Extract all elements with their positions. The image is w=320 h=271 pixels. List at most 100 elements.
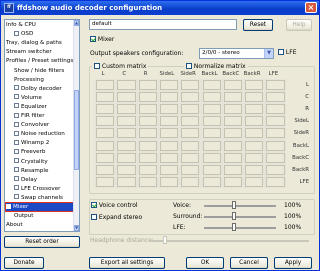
- matrix-cell[interactable]: [117, 128, 136, 139]
- matrix-cell[interactable]: [202, 176, 221, 187]
- matrix-cell[interactable]: [96, 140, 115, 151]
- tree-item[interactable]: FIR filter: [14, 112, 74, 120]
- surround-slider-thumb[interactable]: [232, 212, 236, 220]
- custom-matrix-checkbox[interactable]: [94, 63, 100, 69]
- preset-name-field[interactable]: default: [89, 19, 237, 30]
- voice-slider-thumb[interactable]: [232, 201, 236, 209]
- tree-item[interactable]: Resample: [14, 167, 74, 175]
- matrix-cell[interactable]: [245, 176, 264, 187]
- tree-item[interactable]: Dolby decoder: [14, 85, 74, 93]
- help-button[interactable]: Help: [286, 19, 312, 31]
- lfe-slider-thumb[interactable]: [232, 223, 236, 231]
- matrix-cell[interactable]: [117, 80, 136, 91]
- matrix-cell[interactable]: [138, 116, 157, 127]
- normalize-matrix-checkbox[interactable]: [186, 63, 192, 69]
- matrix-cell[interactable]: [266, 116, 285, 127]
- tree-item[interactable]: About: [6, 221, 74, 229]
- matrix-cell[interactable]: [159, 116, 179, 127]
- voice-slider[interactable]: [204, 205, 276, 207]
- matrix-cell[interactable]: [202, 116, 221, 127]
- matrix-cell[interactable]: [266, 104, 285, 115]
- tree-item[interactable]: Output: [14, 212, 74, 220]
- matrix-cell[interactable]: [181, 140, 200, 151]
- matrix-cell[interactable]: [96, 152, 115, 163]
- matrix-cell[interactable]: [223, 116, 243, 127]
- matrix-cell[interactable]: [202, 92, 221, 103]
- matrix-cell[interactable]: [266, 128, 285, 139]
- expand-stereo-option[interactable]: Expand stereo: [91, 214, 142, 221]
- matrix-cell[interactable]: [117, 176, 136, 187]
- matrix-cell[interactable]: [266, 152, 285, 163]
- matrix-cell[interactable]: [245, 128, 264, 139]
- matrix-cell[interactable]: [266, 80, 285, 91]
- tree-item-checkbox[interactable]: [14, 112, 19, 118]
- matrix-cell[interactable]: [138, 128, 157, 139]
- tree-item[interactable]: Processing: [14, 76, 74, 84]
- tree-item[interactable]: Delay: [14, 176, 74, 184]
- matrix-cell[interactable]: [138, 92, 157, 103]
- expand-stereo-checkbox[interactable]: [91, 214, 97, 220]
- scroll-down-icon[interactable]: ▼: [74, 225, 79, 231]
- tree-item-checkbox[interactable]: [14, 167, 19, 173]
- matrix-cell[interactable]: [96, 80, 115, 91]
- matrix-cell[interactable]: [138, 104, 157, 115]
- matrix-cell[interactable]: [223, 128, 243, 139]
- matrix-cell[interactable]: [245, 80, 264, 91]
- tree-item[interactable]: Convolver: [14, 121, 74, 129]
- tree-item[interactable]: Freeverb: [14, 148, 74, 156]
- headphone-distance-slider[interactable]: [151, 240, 309, 242]
- matrix-cell[interactable]: [159, 104, 179, 115]
- chevron-down-icon[interactable]: ▼: [264, 49, 273, 58]
- matrix-cell[interactable]: [181, 176, 200, 187]
- tree-item-checkbox[interactable]: [14, 194, 19, 200]
- tree-item[interactable]: Tray, dialog & paths: [6, 39, 74, 47]
- tree-item[interactable]: Profiles / Preset settings: [6, 57, 74, 65]
- matrix-cell[interactable]: [117, 92, 136, 103]
- tree-item[interactable]: Volume: [14, 94, 74, 102]
- tree-item[interactable]: Swap channels: [14, 194, 74, 202]
- matrix-cell[interactable]: [96, 104, 115, 115]
- matrix-cell[interactable]: [159, 164, 179, 175]
- matrix-cell[interactable]: [181, 92, 200, 103]
- lfe-slider[interactable]: [204, 227, 276, 229]
- matrix-cell[interactable]: [159, 92, 179, 103]
- surround-slider[interactable]: [204, 216, 276, 218]
- tree-item[interactable]: Noise reduction: [14, 130, 74, 138]
- tree-item[interactable]: Show / hide filters: [14, 67, 74, 75]
- voice-control-checkbox[interactable]: [91, 202, 97, 208]
- scroll-up-icon[interactable]: ▲: [74, 20, 79, 26]
- matrix-cell[interactable]: [266, 164, 285, 175]
- matrix-cell[interactable]: [159, 80, 179, 91]
- cancel-button[interactable]: Cancel: [230, 257, 268, 269]
- tree-item-checkbox[interactable]: [14, 130, 19, 136]
- matrix-cell[interactable]: [223, 92, 243, 103]
- lfe-option[interactable]: LFE: [278, 49, 297, 56]
- settings-tree[interactable]: Info & CPU OSD Tray, dialog & paths Stream …: [4, 19, 80, 232]
- matrix-cell[interactable]: [202, 104, 221, 115]
- matrix-cell[interactable]: [117, 140, 136, 151]
- lfe-checkbox[interactable]: [278, 49, 284, 55]
- matrix-cell[interactable]: [138, 164, 157, 175]
- normalize-matrix-option[interactable]: Normalize matrix: [184, 63, 248, 70]
- tree-item[interactable]: Mixer: [5, 202, 75, 212]
- tree-item[interactable]: Winamp 2: [14, 139, 74, 147]
- donate-button[interactable]: Donate: [4, 257, 44, 269]
- tree-item-checkbox[interactable]: [14, 185, 19, 191]
- custom-matrix-option[interactable]: Custom matrix: [92, 63, 149, 70]
- matrix-cell[interactable]: [159, 176, 179, 187]
- apply-button[interactable]: Apply: [274, 257, 312, 269]
- matrix-cell[interactable]: [181, 80, 200, 91]
- matrix-cell[interactable]: [202, 152, 221, 163]
- matrix-cell[interactable]: [96, 92, 115, 103]
- matrix-cell[interactable]: [245, 140, 264, 151]
- matrix-cell[interactable]: [159, 140, 179, 151]
- matrix-cell[interactable]: [181, 104, 200, 115]
- matrix-cell[interactable]: [117, 164, 136, 175]
- tree-item[interactable]: Stream switcher: [6, 48, 74, 56]
- matrix-cell[interactable]: [266, 140, 285, 151]
- matrix-cell[interactable]: [223, 164, 243, 175]
- tree-item-checkbox[interactable]: [14, 121, 19, 127]
- scroll-thumb[interactable]: [74, 90, 79, 170]
- matrix-cell[interactable]: [202, 164, 221, 175]
- tree-item[interactable]: OSD: [14, 30, 74, 38]
